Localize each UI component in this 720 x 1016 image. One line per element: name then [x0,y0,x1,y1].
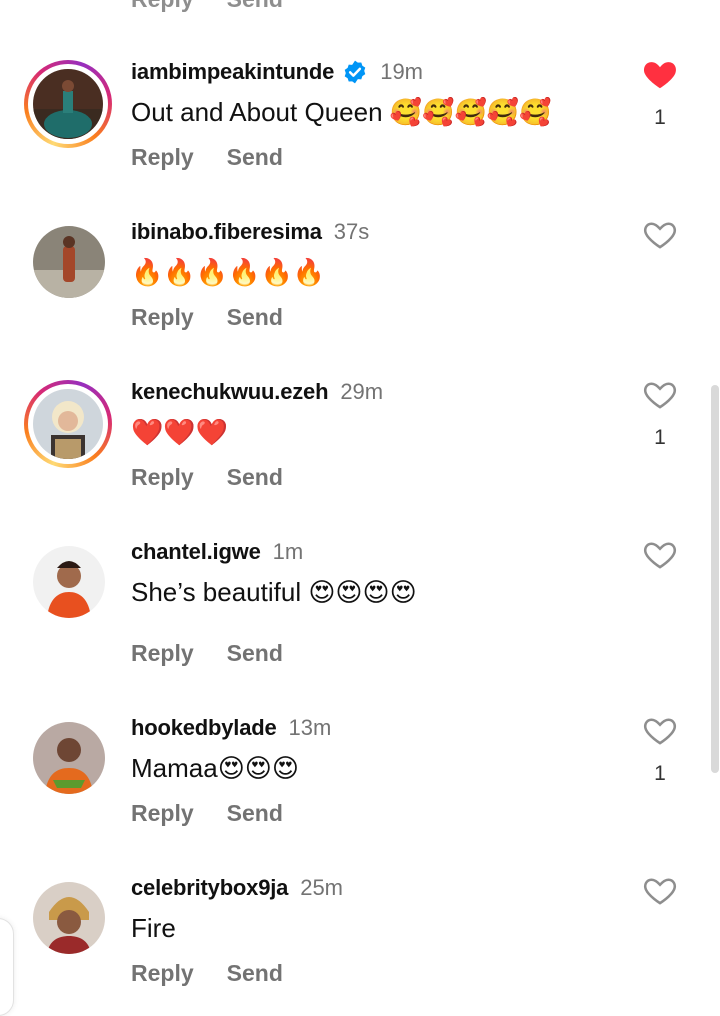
heart-outline-icon[interactable] [641,535,679,573]
comment-time: 29m [340,379,384,404]
comment-time: 37s [333,219,370,244]
avatar[interactable] [24,380,112,468]
avatar-image [33,69,103,139]
avatar[interactable] [24,537,112,625]
heart-outline-icon[interactable] [641,215,679,253]
comment-actions: Reply Send [131,640,316,667]
like-count: 1 [654,106,666,129]
comment-time: 25m [300,875,343,900]
like-count: 1 [654,762,666,785]
comment-actions: Reply Send [131,304,316,331]
send-button[interactable]: Send [227,960,283,986]
reply-button[interactable]: Reply [131,464,194,490]
reply-button[interactable]: Reply [131,304,194,330]
avatar[interactable] [24,713,112,801]
comment-username[interactable]: chantel.igwe [131,539,261,565]
reply-button[interactable]: Reply [131,0,194,12]
avatar-image [33,546,105,618]
heart-filled-icon[interactable] [641,55,679,93]
comment-text: 🔥🔥🔥🔥🔥🔥 [131,257,326,287]
heart-outline-icon[interactable] [641,871,679,909]
comment-username[interactable]: iambimpeakintunde [131,59,334,85]
comment-username[interactable]: ibinabo.fiberesima [131,219,322,245]
send-button[interactable]: Send [227,800,283,826]
like-count: 1 [654,426,666,449]
send-button[interactable]: Send [227,464,283,490]
comment-text: She’s beautiful 😍😍😍😍 [131,577,417,607]
comment-text: Out and About Queen 🥰🥰🥰🥰🥰 [131,97,552,127]
reply-button[interactable]: Reply [131,144,194,170]
comment-actions: Reply Send [131,960,316,987]
avatar-image [33,722,105,794]
avatar[interactable] [24,60,112,148]
previous-comment-actions: Reply Send [131,0,316,13]
avatar-image [33,882,105,954]
comment-actions: Reply Send [131,800,316,827]
comment-username[interactable]: hookedbylade [131,715,277,741]
scrollbar[interactable] [711,385,719,773]
heart-outline-icon[interactable] [641,375,679,413]
comment-actions: Reply Send [131,144,316,171]
comment-time: 19m [380,59,423,84]
verified-badge-icon [344,60,366,84]
send-button[interactable]: Send [227,0,283,12]
avatar[interactable] [24,217,112,305]
comment-username[interactable]: kenechukwuu.ezeh [131,379,329,405]
offscreen-panel [0,918,14,1016]
avatar-image [33,389,103,459]
comment-actions: Reply Send [131,464,316,491]
reply-button[interactable]: Reply [131,640,194,666]
send-button[interactable]: Send [227,144,283,170]
send-button[interactable]: Send [227,304,283,330]
comment-text: Mamaa😍😍😍 [131,753,300,783]
comment-time: 13m [288,715,332,740]
comment-time: 1m [272,539,304,564]
send-button[interactable]: Send [227,640,283,666]
avatar-image [33,226,105,298]
comment-text: ❤️❤️❤️ [131,417,229,447]
comment-username[interactable]: celebritybox9ja [131,875,288,901]
heart-outline-icon[interactable] [641,711,679,749]
comment-text: Fire [131,913,176,943]
reply-button[interactable]: Reply [131,800,194,826]
avatar[interactable] [24,873,112,961]
reply-button[interactable]: Reply [131,960,194,986]
